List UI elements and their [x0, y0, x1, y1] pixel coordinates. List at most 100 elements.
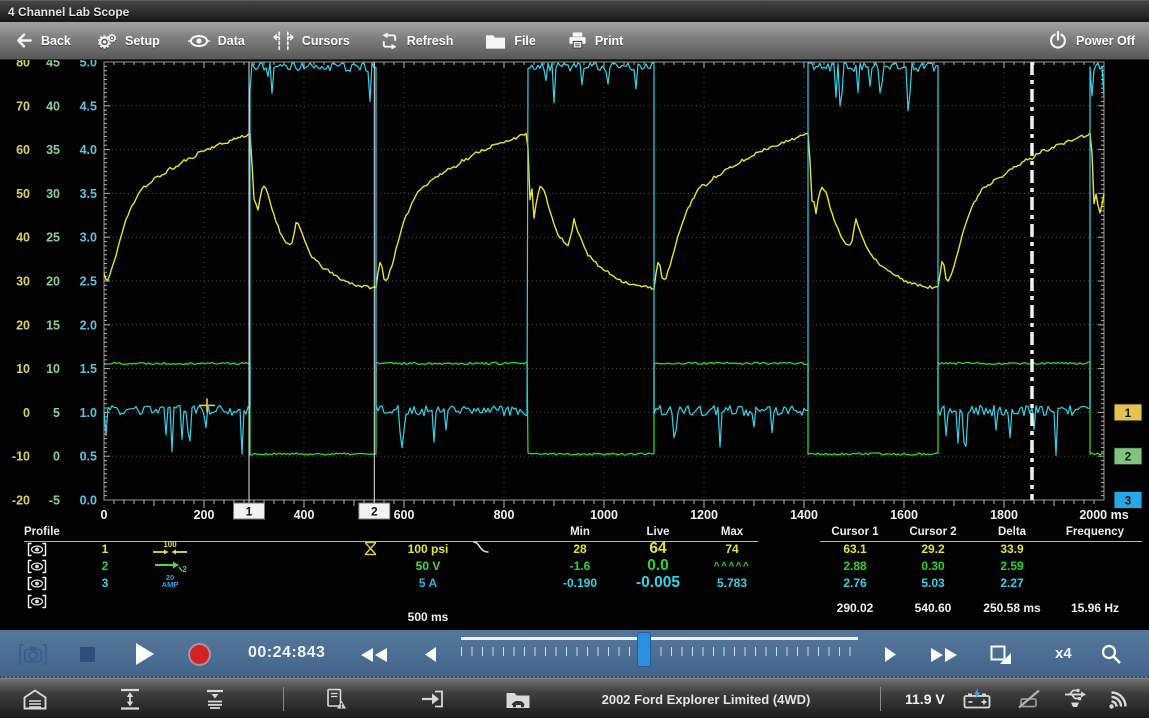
print-label: Print	[595, 34, 623, 48]
delta-column-header: Delta	[972, 526, 1052, 538]
power-off-button[interactable]: Power Off	[1048, 30, 1135, 51]
setup-button[interactable]: ⚙⚙ Setup	[97, 31, 160, 51]
trigger-marker[interactable]	[199, 398, 215, 412]
level-adjust-icon[interactable]	[203, 688, 227, 710]
svg-text:1400: 1400	[790, 508, 818, 522]
svg-text:800: 800	[494, 508, 515, 522]
scope-area[interactable]: 80706050403020100-10-2045403530252015105…	[0, 60, 1149, 524]
cursors-label: Cursors	[302, 34, 350, 48]
data-label: Data	[218, 34, 245, 48]
svg-text:2: 2	[182, 565, 187, 573]
cursor-1-label: 1	[246, 505, 253, 519]
svg-text:60: 60	[16, 143, 30, 157]
svg-text:2: 2	[1125, 452, 1131, 464]
status-bar: 2002 Ford Explorer Limited (4WD) 11.9 V	[0, 678, 1149, 718]
cursor2-column-header: Cursor 2	[893, 526, 973, 538]
camera-snapshot-icon[interactable]	[18, 643, 48, 666]
ch2-range-label[interactable]: 50 V	[388, 559, 468, 573]
data-button[interactable]: Data	[188, 32, 245, 50]
zoom-magnifier-button[interactable]	[1100, 643, 1122, 665]
ch3-range-label[interactable]: 5 A	[388, 576, 468, 590]
svg-text:5.0: 5.0	[80, 60, 97, 70]
ch2-delta-value: 2.59	[972, 559, 1052, 573]
ch3-delta-value: 2.27	[972, 576, 1052, 590]
svg-text:40: 40	[46, 99, 60, 113]
ch2-visibility-button[interactable]	[26, 559, 48, 574]
ch1-visibility-button[interactable]	[26, 542, 48, 557]
ch1-range-label[interactable]: 100 psi	[388, 542, 468, 556]
playback-bar: 00:24:843 x4	[0, 630, 1149, 678]
playback-slider-ticks	[461, 647, 858, 656]
fast-forward-button[interactable]	[930, 647, 958, 663]
svg-text:20: 20	[46, 275, 60, 289]
app-title: 4 Channel Lab Scope	[8, 5, 129, 19]
svg-text:0.0: 0.0	[80, 494, 97, 508]
print-button[interactable]: Print	[568, 31, 623, 50]
rewind-button[interactable]	[360, 647, 388, 663]
file-button[interactable]: File	[485, 32, 536, 50]
svg-text:400: 400	[294, 508, 315, 522]
exit-arrow-icon[interactable]	[420, 689, 444, 709]
usb-icon[interactable]	[1062, 687, 1088, 710]
frequency-column-header: Frequency	[1055, 526, 1135, 538]
svg-text:-10: -10	[12, 450, 30, 464]
svg-text:35: 35	[46, 143, 60, 157]
svg-text:200: 200	[194, 508, 215, 522]
trigger-slope-icon	[472, 540, 490, 554]
ch2-min-value: -1.6	[540, 559, 620, 573]
record-button[interactable]	[190, 645, 209, 664]
playback-slider-thumb[interactable]	[637, 632, 651, 667]
svg-text:10: 10	[16, 362, 30, 376]
report-warning-icon[interactable]	[325, 688, 347, 710]
svg-text:70: 70	[16, 99, 30, 113]
ch2-voltage-probe-icon: 2	[152, 559, 188, 573]
status-divider	[283, 687, 284, 711]
expand-view-button[interactable]	[990, 645, 1012, 665]
refresh-button[interactable]: Refresh	[380, 31, 454, 51]
refresh-label: Refresh	[407, 34, 454, 48]
ch3-live-value: -0.005	[618, 574, 698, 592]
svg-text:1800: 1800	[990, 508, 1018, 522]
scope-grid	[104, 62, 1104, 500]
height-adjust-icon[interactable]	[118, 688, 142, 710]
ch1-fuel-pressure-trace	[104, 133, 1104, 289]
ch1-delta-value: 33.9	[972, 542, 1052, 556]
cursors-button[interactable]: Cursors	[273, 31, 350, 51]
ch2-live-value: 0.0	[618, 557, 698, 575]
svg-text:100: 100	[163, 540, 177, 549]
scope-disconnected-icon	[1016, 688, 1042, 710]
ch4-visibility-button[interactable]	[26, 594, 48, 609]
svg-text:-5: -5	[49, 494, 60, 508]
sweep-time-label[interactable]: 500 ms	[388, 610, 468, 624]
svg-text:600: 600	[394, 508, 415, 522]
svg-text:1600: 1600	[890, 508, 918, 522]
playback-speed[interactable]: x4	[1055, 645, 1072, 662]
home-icon[interactable]	[22, 688, 48, 710]
playback-slider-track[interactable]	[461, 637, 858, 640]
back-button[interactable]: Back	[14, 31, 71, 50]
stop-button[interactable]	[80, 647, 95, 662]
cursor-delta-time-value: 250.58 ms	[972, 601, 1052, 615]
step-forward-button[interactable]	[884, 646, 897, 663]
step-back-button[interactable]	[424, 646, 437, 663]
ch3-cursor1-value: 2.76	[815, 576, 895, 590]
svg-text:30: 30	[16, 275, 30, 289]
measurement-panel: Profile Min Live Max Cursor 1 Cursor 2 D…	[0, 524, 1149, 630]
svg-text:25: 25	[46, 231, 60, 245]
ch3-visibility-button[interactable]	[26, 576, 48, 591]
frequency-value: 15.96 Hz	[1055, 601, 1135, 615]
ch2-cursor2-value: 0.30	[893, 559, 973, 573]
svg-text:20: 20	[16, 318, 30, 332]
cursor1-column-header: Cursor 1	[815, 526, 895, 538]
play-button[interactable]	[135, 642, 155, 666]
vehicle-label[interactable]: 2002 Ford Explorer Limited (4WD)	[556, 692, 856, 707]
ch2-max-value: ^^^^^	[692, 561, 772, 572]
battery-icon	[962, 688, 992, 711]
vehicle-folder-icon[interactable]	[505, 689, 531, 709]
ch3-current-trace	[104, 63, 1104, 455]
svg-text:0: 0	[101, 508, 108, 522]
visibility-eye-icon	[26, 542, 48, 557]
svg-text:1.5: 1.5	[80, 362, 97, 376]
ch1-cursor2-value: 29.2	[893, 542, 973, 556]
ch3-min-value: -0.190	[540, 576, 620, 590]
